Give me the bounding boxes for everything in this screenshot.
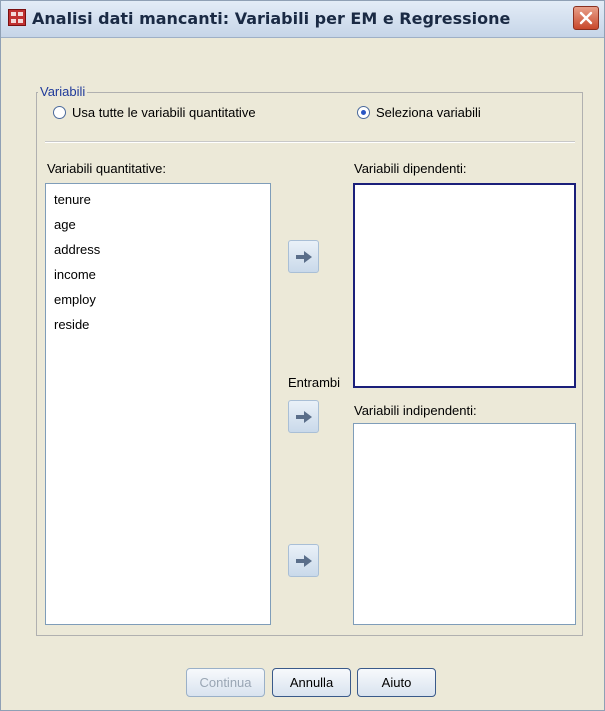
cancel-button[interactable]: Annulla — [272, 668, 351, 697]
list-item[interactable]: tenure — [54, 192, 91, 207]
dependent-variables-label: Variabili dipendenti: — [354, 161, 467, 176]
list-item[interactable]: employ — [54, 292, 96, 307]
radio-circle-use-all[interactable] — [53, 106, 66, 119]
arrow-right-icon — [296, 251, 312, 263]
quantitative-variables-label: Variabili quantitative: — [47, 161, 166, 176]
dependent-variables-list[interactable] — [353, 183, 576, 388]
quantitative-variables-list[interactable]: tenure age address income employ reside — [45, 183, 271, 625]
separator — [45, 141, 575, 143]
dialog-window: Analisi dati mancanti: Variabili per EM … — [0, 0, 605, 711]
move-to-both-button[interactable] — [288, 400, 319, 433]
continue-button[interactable]: Continua — [186, 668, 265, 697]
radio-use-all-quantitative[interactable]: Usa tutte le variabili quantitative — [53, 105, 256, 120]
list-item[interactable]: income — [54, 267, 96, 282]
arrow-right-icon — [296, 555, 312, 567]
radio-circle-select[interactable] — [357, 106, 370, 119]
title-bar[interactable]: Analisi dati mancanti: Variabili per EM … — [1, 1, 604, 38]
radio-label-use-all: Usa tutte le variabili quantitative — [72, 105, 256, 120]
move-to-independent-button[interactable] — [288, 544, 319, 577]
list-item[interactable]: reside — [54, 317, 89, 332]
independent-variables-label: Variabili indipendenti: — [354, 403, 477, 418]
variables-group-legend: Variabili — [38, 84, 88, 99]
list-item[interactable]: age — [54, 217, 76, 232]
list-item[interactable]: address — [54, 242, 100, 257]
independent-variables-list[interactable] — [353, 423, 576, 625]
close-icon — [579, 11, 593, 25]
window-title: Analisi dati mancanti: Variabili per EM … — [32, 9, 511, 28]
arrow-right-icon — [296, 411, 312, 423]
table-grid-icon — [8, 9, 26, 26]
move-to-dependent-button[interactable] — [288, 240, 319, 273]
close-button[interactable] — [573, 6, 599, 30]
both-label: Entrambi — [288, 375, 341, 390]
radio-select-variables[interactable]: Seleziona variabili — [357, 105, 481, 120]
help-button[interactable]: Aiuto — [357, 668, 436, 697]
radio-label-select: Seleziona variabili — [376, 105, 481, 120]
